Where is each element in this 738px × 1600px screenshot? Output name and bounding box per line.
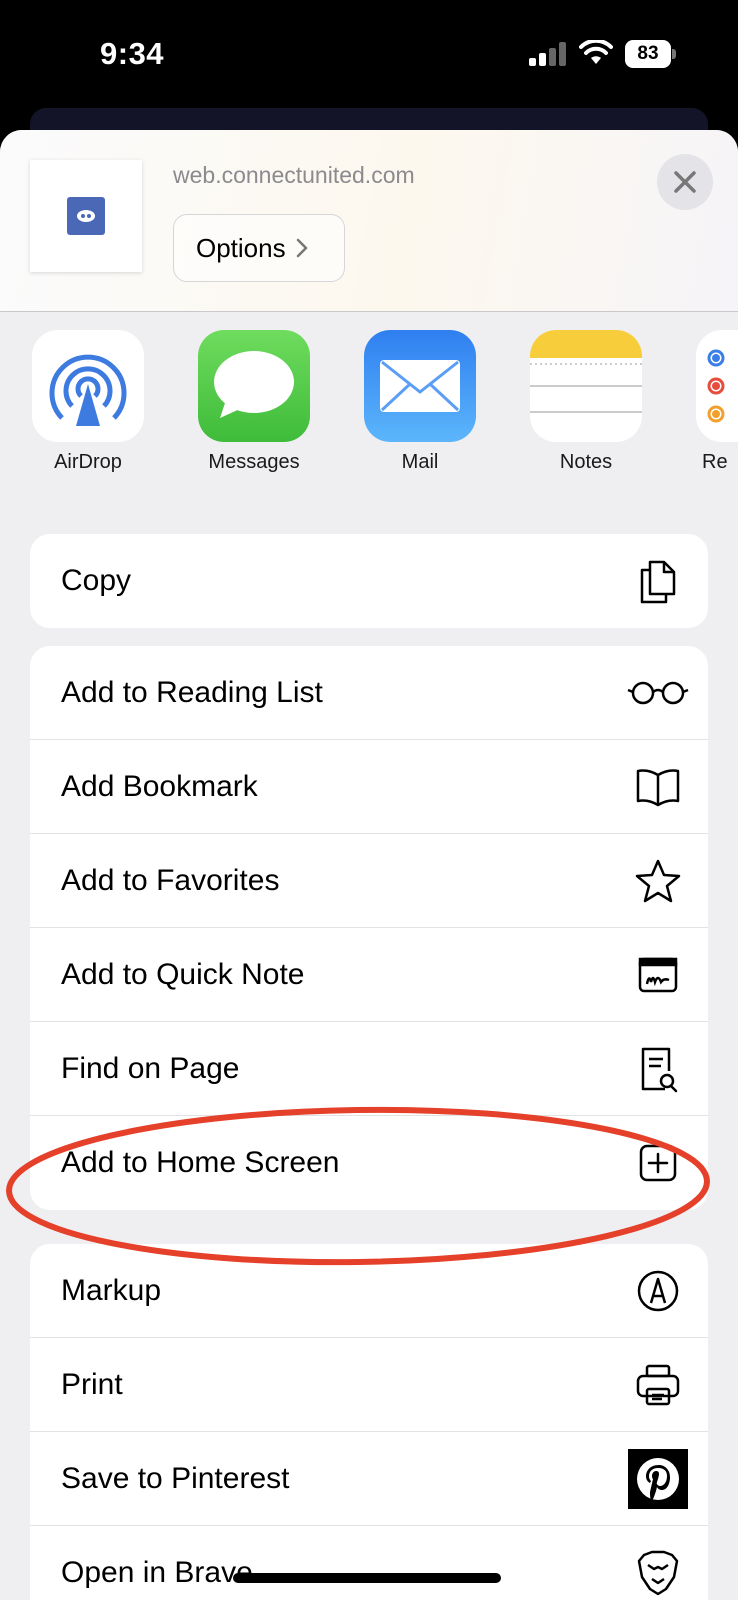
action-group-copy: Copy bbox=[30, 534, 708, 628]
action-label: Open in Brave bbox=[61, 1556, 253, 1589]
options-button[interactable]: Options bbox=[173, 214, 345, 282]
action-add-to-quick-note[interactable]: Add to Quick Note bbox=[30, 928, 708, 1022]
options-label: Options bbox=[196, 232, 286, 263]
notes-icon bbox=[530, 330, 642, 442]
action-find-on-page[interactable]: Find on Page bbox=[30, 1022, 708, 1116]
action-add-to-favorites[interactable]: Add to Favorites bbox=[30, 834, 708, 928]
app-name: Messages bbox=[208, 451, 300, 473]
close-button[interactable] bbox=[657, 154, 713, 210]
messages-icon bbox=[198, 330, 310, 442]
action-label: Add to Favorites bbox=[61, 864, 280, 897]
app-name: Re bbox=[702, 451, 728, 473]
site-logo-icon bbox=[67, 197, 105, 235]
star-icon bbox=[630, 854, 686, 908]
action-label: Add to Reading List bbox=[61, 676, 323, 709]
action-print[interactable]: Print bbox=[30, 1338, 708, 1432]
find-doc-icon bbox=[630, 1042, 686, 1096]
action-label: Copy bbox=[61, 564, 132, 597]
action-label: Save to Pinterest bbox=[61, 1462, 290, 1495]
copy-icon bbox=[630, 554, 686, 608]
printer-icon bbox=[630, 1358, 686, 1412]
markup-icon bbox=[630, 1264, 686, 1318]
share-sheet-header: web.connectunited.com Options bbox=[0, 130, 738, 312]
action-add-bookmark[interactable]: Add Bookmark bbox=[30, 740, 708, 834]
action-group-more: Markup Print Save to Pinterest Open in B… bbox=[30, 1244, 708, 1600]
app-name: Notes bbox=[559, 451, 613, 473]
reminders-icon bbox=[696, 330, 738, 442]
status-bar: 9:34 83 bbox=[0, 0, 738, 110]
action-label: Add to Home Screen bbox=[61, 1146, 340, 1179]
app-mail[interactable]: Mail bbox=[364, 330, 478, 474]
action-save-to-pinterest[interactable]: Save to Pinterest bbox=[30, 1432, 708, 1526]
action-add-to-home-screen[interactable]: Add to Home Screen bbox=[30, 1116, 708, 1210]
action-label: Print bbox=[61, 1368, 123, 1401]
home-indicator bbox=[233, 1573, 501, 1583]
action-label: Markup bbox=[61, 1274, 162, 1307]
app-airdrop[interactable]: AirDrop bbox=[32, 330, 146, 474]
glasses-icon bbox=[626, 666, 690, 720]
close-icon bbox=[674, 171, 696, 193]
shared-url: web.connectunited.com bbox=[173, 162, 415, 188]
mail-icon bbox=[364, 330, 476, 442]
action-copy[interactable]: Copy bbox=[30, 534, 708, 628]
app-name: Mail bbox=[401, 451, 439, 473]
app-name: AirDrop bbox=[54, 451, 122, 473]
action-label: Find on Page bbox=[61, 1052, 240, 1085]
status-time: 9:34 bbox=[100, 36, 165, 71]
action-group-page: Add to Reading List Add Bookmark Add to … bbox=[30, 646, 708, 1210]
battery-indicator: 83 bbox=[625, 40, 676, 68]
share-sheet: web.connectunited.com Options AirDrop Me… bbox=[0, 130, 738, 1600]
book-icon bbox=[630, 760, 686, 814]
action-open-in-brave[interactable]: Open in Brave bbox=[30, 1526, 708, 1600]
battery-level: 83 bbox=[625, 40, 671, 68]
action-label: Add Bookmark bbox=[61, 770, 258, 803]
share-apps-row: AirDrop Messages Mail Notes Re bbox=[0, 330, 738, 490]
action-add-to-reading-list[interactable]: Add to Reading List bbox=[30, 646, 708, 740]
pinterest-icon bbox=[628, 1449, 688, 1509]
airdrop-icon bbox=[32, 330, 144, 442]
plus-square-icon bbox=[630, 1136, 686, 1190]
app-messages[interactable]: Messages bbox=[198, 330, 312, 474]
app-notes[interactable]: Notes bbox=[530, 330, 644, 474]
page-thumbnail bbox=[30, 160, 142, 272]
action-label: Add to Quick Note bbox=[61, 958, 305, 991]
chevron-right-icon bbox=[296, 238, 307, 258]
quick-note-icon bbox=[630, 948, 686, 1002]
brave-lion-icon bbox=[630, 1546, 686, 1600]
action-markup[interactable]: Markup bbox=[30, 1244, 708, 1338]
app-reminders[interactable]: Re bbox=[696, 330, 738, 474]
wifi-icon bbox=[579, 40, 613, 64]
cellular-signal-icon bbox=[529, 42, 566, 66]
